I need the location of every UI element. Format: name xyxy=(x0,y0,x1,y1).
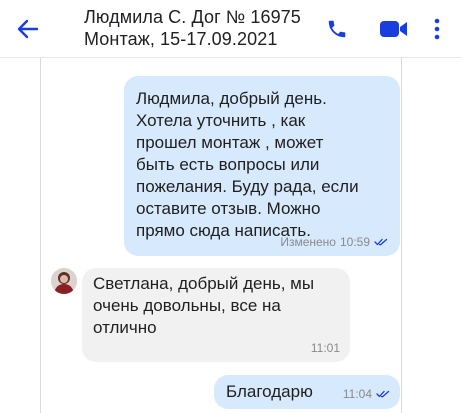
edited-label: Изменено xyxy=(280,235,336,249)
outgoing-message[interactable]: Благодарю 11:04 xyxy=(214,375,400,409)
message-text: Благодарю xyxy=(226,382,313,401)
video-camera-icon xyxy=(380,21,407,37)
message-meta: 11:01 xyxy=(311,341,340,355)
message-text: Светлана, добрый день, мы очень довольны… xyxy=(93,274,315,337)
message-time: 11:04 xyxy=(342,387,372,401)
avatar-photo-icon xyxy=(51,268,77,294)
outgoing-message[interactable]: Людмила, добрый день. Хотела уточнить , … xyxy=(124,76,400,256)
more-vertical-icon xyxy=(434,18,440,40)
message-meta: 11:04 xyxy=(343,387,390,401)
message-text: Людмила, добрый день. Хотела уточнить , … xyxy=(136,89,359,240)
incoming-message[interactable]: Светлана, добрый день, мы очень довольны… xyxy=(82,268,350,362)
avatar[interactable] xyxy=(51,268,77,294)
call-button[interactable] xyxy=(322,14,352,44)
phone-icon xyxy=(328,20,346,38)
double-check-icon xyxy=(376,390,390,398)
chat-title-subtitle: Монтаж, 15-17.09.2021 xyxy=(84,29,278,49)
chat-screen: Людмила С. Дог № 16975 Монтаж, 15-17.09.… xyxy=(0,0,461,413)
arrow-left-icon xyxy=(17,19,39,39)
more-options-button[interactable] xyxy=(427,12,447,46)
chat-header: Людмила С. Дог № 16975 Монтаж, 15-17.09.… xyxy=(0,0,461,58)
back-button[interactable] xyxy=(10,12,46,46)
video-call-button[interactable] xyxy=(374,14,414,44)
message-time: 11:01 xyxy=(310,341,340,355)
message-time: 10:59 xyxy=(339,235,370,249)
chat-title-name: Людмила С. Дог № 16975 xyxy=(84,7,301,27)
chat-title[interactable]: Людмила С. Дог № 16975 Монтаж, 15-17.09.… xyxy=(84,6,324,50)
double-check-icon xyxy=(374,238,388,246)
message-meta: Изменено 10:59 xyxy=(280,235,388,249)
